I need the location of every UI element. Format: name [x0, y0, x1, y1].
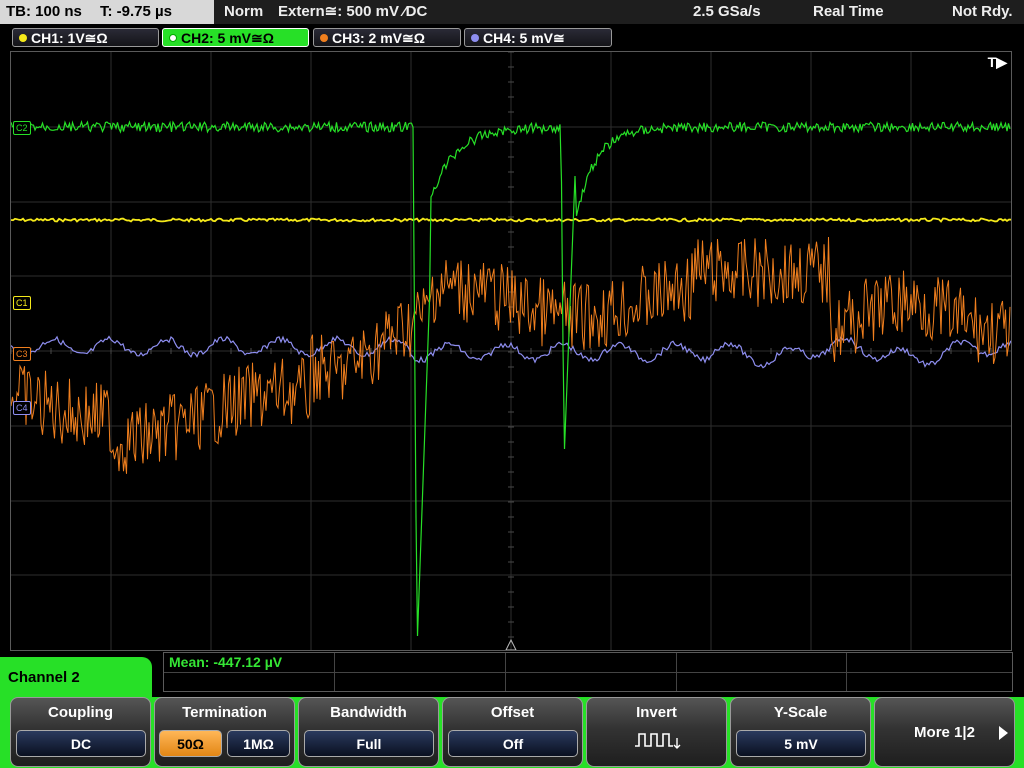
trigger-position-icon[interactable]: T▶ [988, 54, 1007, 71]
channel-tab-ch4[interactable]: CH4: 5 mV≅ [464, 28, 612, 47]
channel-tab-label: CH3: 2 mV≅Ω [332, 30, 425, 46]
ch4-dot-icon [471, 34, 479, 42]
ch1-dot-icon [19, 34, 27, 42]
ch2-offset-marker[interactable]: C2 [13, 121, 31, 135]
arrow-right-icon [999, 726, 1008, 740]
coupling-softkey[interactable]: Coupling DC [10, 697, 151, 767]
channel-tab-ch2[interactable]: CH2: 5 mV≅Ω [162, 28, 309, 47]
menu-title: Channel 2 [8, 669, 80, 686]
invert-softkey[interactable]: Invert [586, 697, 727, 767]
timebase-box[interactable]: TB: 100 ns T: -9.75 µs [0, 0, 214, 24]
status-bar: TB: 100 ns T: -9.75 µs Norm Extern≅: 500… [0, 0, 1024, 24]
channel-tab-ch3[interactable]: CH3: 2 mV≅Ω [313, 28, 461, 47]
trigger-mode-label[interactable]: Norm [224, 0, 263, 24]
divider [676, 653, 677, 691]
bandwidth-value[interactable]: Full [304, 730, 434, 757]
measurement-row [164, 653, 1012, 673]
bandwidth-title: Bandwidth [330, 704, 407, 721]
channel-tab-label: CH4: 5 mV≅ [483, 30, 565, 46]
divider [505, 653, 506, 691]
channel-tab-ch1[interactable]: CH1: 1V≅Ω [12, 28, 159, 47]
ch3-dot-icon [320, 34, 328, 42]
y-scale-value[interactable]: 5 mV [736, 730, 866, 757]
offset-title: Offset [490, 704, 535, 721]
offset-value[interactable]: Off [448, 730, 578, 757]
ch3-offset-marker[interactable]: C3 [13, 347, 31, 361]
invert-title: Invert [636, 704, 677, 721]
ch2-dot-icon [169, 34, 177, 42]
timebase-label: TB: 100 ns [6, 3, 82, 20]
offset-softkey[interactable]: Offset Off [442, 697, 583, 767]
coupling-title: Coupling [48, 704, 113, 721]
trigger-source-label[interactable]: Extern≅: 500 mV ⁄DC [278, 0, 427, 24]
channel-tab-label: CH1: 1V≅Ω [31, 30, 108, 46]
acquisition-status-label: Not Rdy. [952, 3, 1013, 20]
menu-title-tab: Channel 2 [0, 657, 152, 697]
y-scale-title: Y-Scale [773, 704, 828, 721]
bandwidth-softkey[interactable]: Bandwidth Full [298, 697, 439, 767]
coupling-value[interactable]: DC [16, 730, 146, 757]
termination-title: Termination [182, 704, 267, 721]
ch1-offset-marker[interactable]: C1 [13, 296, 31, 310]
divider [334, 653, 335, 691]
divider [846, 653, 847, 691]
termination-1mohm-option[interactable]: 1MΩ [227, 730, 290, 757]
invert-waveform-icon [635, 733, 681, 749]
acquisition-mode-label: Real Time [813, 3, 884, 20]
sample-rate-label: 2.5 GSa/s [693, 3, 761, 20]
channel-tab-label: CH2: 5 mV≅Ω [181, 30, 274, 46]
trigger-time-label: T: -9.75 µs [100, 3, 173, 20]
more-softkey[interactable]: More 1|2 [874, 697, 1015, 767]
y-scale-softkey[interactable]: Y-Scale 5 mV [730, 697, 871, 767]
mean-measurement: Mean: -447.12 µV [169, 654, 283, 670]
more-label: More 1|2 [914, 724, 975, 741]
measurement-panel: Mean: -447.12 µV [163, 652, 1013, 692]
waveform-canvas [11, 52, 1011, 650]
ch4-offset-marker[interactable]: C4 [13, 401, 31, 415]
termination-softkey[interactable]: Termination 50Ω 1MΩ [154, 697, 295, 767]
waveform-display[interactable]: T▶ [10, 51, 1012, 651]
termination-50ohm-option[interactable]: 50Ω [159, 730, 222, 757]
